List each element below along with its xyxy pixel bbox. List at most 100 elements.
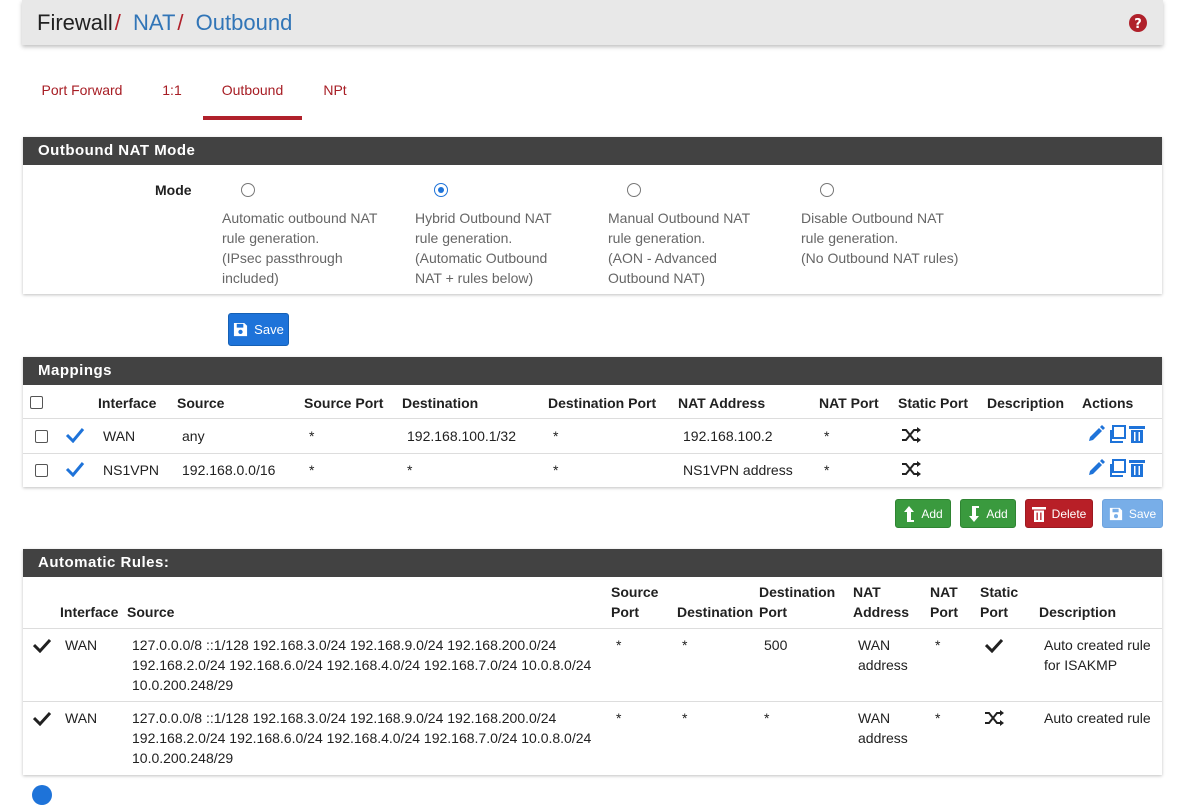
mode-save-button[interactable]: Save [228, 313, 289, 346]
mode-option-manual[interactable]: Manual Outbound NAT rule generation. (AO… [608, 182, 793, 288]
cell-destination: 192.168.100.1/32 [407, 428, 516, 444]
description-line: for ISAKMP [1044, 657, 1118, 673]
radio-hybrid[interactable] [434, 183, 448, 197]
cell-destination-port: * [764, 710, 770, 726]
cell-nat-port: * [824, 428, 830, 444]
mode-option-disable[interactable]: Disable Outbound NAT rule generation. (N… [801, 182, 986, 268]
enabled-check-icon[interactable] [65, 427, 85, 443]
cell-nat-address: 192.168.100.2 [683, 428, 773, 444]
check-icon [33, 711, 51, 726]
breadcrumb-firewall[interactable]: Firewall [37, 10, 113, 35]
cell-destination-port: 500 [764, 637, 788, 653]
column-header: Destination [759, 584, 836, 600]
edit-pencil-icon[interactable] [1087, 459, 1105, 477]
mode-option-text: rule generation. [415, 230, 513, 246]
cell-interface: WAN [103, 428, 136, 444]
delete-label: Delete [1051, 506, 1087, 521]
tab-npt[interactable]: NPt [322, 80, 348, 116]
mode-option-text: (Automatic Outbound [415, 250, 548, 266]
column-header: Source [127, 604, 175, 620]
svg-text:?: ? [1134, 17, 1142, 32]
source-line: 10.0.200.248/29 [132, 750, 234, 766]
trash-icon[interactable] [1129, 425, 1145, 443]
column-header[interactable]: Source [177, 395, 224, 411]
add-bottom-button[interactable]: Add [960, 499, 1016, 528]
cell-nat-port: * [935, 637, 941, 653]
breadcrumb-outbound[interactable]: Outbound [196, 10, 293, 35]
nat-address-line: address [858, 730, 908, 746]
info-icon[interactable] [32, 785, 52, 805]
cell-source: 192.168.0.0/16 [182, 462, 276, 478]
mappings-save-button[interactable]: Save [1102, 499, 1163, 528]
column-header[interactable]: Interface [98, 395, 156, 411]
delete-button[interactable]: Delete [1025, 499, 1093, 528]
breadcrumb-nat[interactable]: NAT [133, 10, 175, 35]
tab-port-forward[interactable]: Port Forward [41, 80, 123, 116]
column-header[interactable]: Static Port [898, 395, 968, 411]
cell-source: 127.0.0.0/8 ::1/128 192.168.3.0/24 192.1… [132, 708, 591, 768]
column-header: NAT [853, 584, 881, 600]
add-top-button[interactable]: Add [895, 499, 951, 528]
column-header: Actions [1082, 395, 1134, 411]
cell-destination: * [682, 710, 688, 726]
mode-option-hybrid[interactable]: Hybrid Outbound NAT rule generation. (Au… [415, 182, 600, 288]
floppy-icon [1109, 507, 1122, 520]
radio-disable[interactable] [820, 183, 834, 197]
source-line: 192.168.2.0/24 192.168.6.0/24 192.168.4.… [132, 730, 592, 746]
column-header: Description [1039, 604, 1117, 620]
mappings-table: Interface Source Source Port Destination… [23, 385, 1162, 487]
cell-destination-port: * [553, 462, 559, 478]
mode-option-text: (AON - Advanced [608, 250, 717, 266]
row-divider [23, 628, 1162, 629]
radio-automatic[interactable] [241, 183, 255, 197]
column-header[interactable]: Source Port [304, 395, 383, 411]
tab-one-to-one[interactable]: 1:1 [162, 80, 182, 116]
column-header: Port [980, 604, 1008, 620]
column-header[interactable]: NAT Port [819, 395, 879, 411]
nat-address-line: WAN [858, 637, 891, 653]
add-label: Add [986, 506, 1008, 521]
mode-option-automatic[interactable]: Automatic outbound NAT rule generation. … [222, 182, 407, 288]
enabled-check-icon[interactable] [65, 461, 85, 477]
nat-address-line: address [858, 657, 908, 673]
trash-icon[interactable] [1129, 459, 1145, 477]
mode-option-text: rule generation. [608, 230, 706, 246]
row-divider [23, 453, 1162, 454]
tab-bar: Port Forward 1:1 Outbound NPt [22, 80, 422, 120]
column-header: Interface [60, 604, 119, 620]
shuffle-icon [902, 461, 921, 477]
column-header[interactable]: NAT Address [678, 395, 765, 411]
cell-nat-address: WAN address [858, 708, 908, 748]
mode-label: Mode [155, 182, 192, 198]
cell-nat-port: * [824, 462, 830, 478]
edit-pencil-icon[interactable] [1087, 425, 1105, 443]
cell-destination-port: * [553, 428, 559, 444]
copy-icon[interactable] [1108, 425, 1126, 443]
page-header: Firewall/ NAT/ Outbound ? [22, 0, 1163, 45]
mode-option-text: Manual Outbound NAT [608, 210, 751, 226]
cell-description: Auto created rule [1044, 708, 1151, 728]
select-all-checkbox[interactable] [30, 396, 43, 409]
copy-icon[interactable] [1108, 459, 1126, 477]
radio-manual[interactable] [627, 183, 641, 197]
row-checkbox[interactable] [35, 430, 48, 443]
check-icon [33, 638, 51, 653]
automatic-rules-panel: Automatic Rules: Interface Source Source… [23, 549, 1162, 775]
mode-option-text: rule generation. [801, 230, 899, 246]
mode-option-text: Outbound NAT) [608, 270, 706, 286]
cell-nat-port: * [935, 710, 941, 726]
column-header[interactable]: Destination [402, 395, 478, 411]
description-line: Auto created rule [1044, 637, 1151, 653]
column-header[interactable]: Destination Port [548, 395, 656, 411]
row-divider [23, 701, 1162, 702]
cell-destination: * [682, 637, 688, 653]
row-checkbox[interactable] [35, 464, 48, 477]
source-line: 127.0.0.0/8 ::1/128 192.168.3.0/24 192.1… [132, 710, 557, 726]
tab-outbound[interactable]: Outbound [203, 80, 302, 120]
breadcrumb-separator: / [114, 10, 121, 35]
column-header: Port [611, 604, 639, 620]
column-header: Port [759, 604, 787, 620]
help-icon[interactable]: ? [1129, 14, 1147, 32]
column-header[interactable]: Description [987, 395, 1064, 411]
nat-address-line: WAN [858, 710, 891, 726]
